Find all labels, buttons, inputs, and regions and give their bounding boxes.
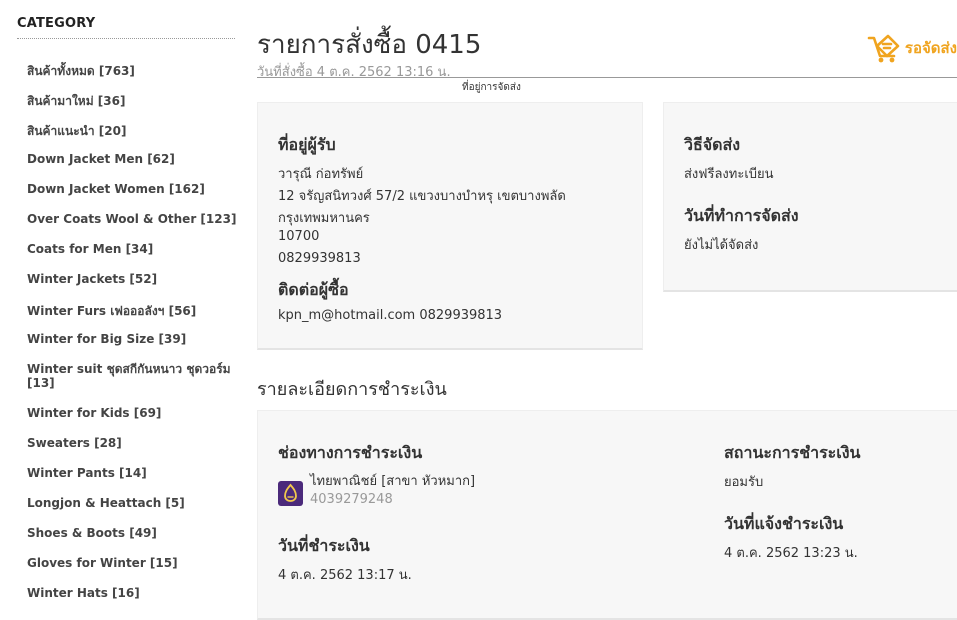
bank-account: 4039279248 (310, 492, 393, 507)
category-item[interactable]: Shoes & Boots [49] (27, 526, 157, 540)
category-title: CATEGORY (17, 16, 96, 31)
recipient-address: 12 จรัญสนิทวงศ์ 57/2 แขวงบางบำหรุ เขตบาง… (278, 189, 566, 204)
buyer-contact: kpn_m@hotmail.com 0829939813 (278, 308, 503, 323)
category-item[interactable]: สินค้ามาใหม่ [36] (27, 92, 125, 111)
recipient-phone: 0829939813 (278, 251, 361, 266)
payment-date-heading: วันที่ชำระเงิน (278, 536, 370, 555)
category-sidebar: CATEGORY สินค้าทั้งหมด [763] สินค้ามาใหม… (0, 0, 245, 612)
payment-section-title: รายละเอียดการชำระเงิน (257, 379, 447, 400)
order-detail: รายการสั่งซื้อ 0415 วันที่สั่งซื้อ 4 ต.ค… (257, 0, 957, 620)
shipping-address-link[interactable]: ที่อยู่การจัดส่ง (462, 80, 521, 95)
order-date: วันที่สั่งซื้อ 4 ต.ค. 2562 13:16 น. (257, 65, 451, 80)
shipping-date-heading: วันที่ทำการจัดส่ง (684, 206, 799, 225)
category-item[interactable]: Down Jacket Women [162] (27, 182, 205, 196)
contact-heading: ติดต่อผู้ซื้อ (278, 280, 349, 299)
recipient-city: กรุงเทพมหานคร (278, 211, 370, 226)
order-status[interactable]: รอจัดส่ง (867, 32, 957, 64)
cart-icon (867, 34, 900, 63)
category-item[interactable]: สินค้าแนะนำ [20] (27, 122, 126, 141)
category-item[interactable]: Sweaters [28] (27, 436, 122, 450)
category-item[interactable]: Winter for Big Size [39] (27, 332, 186, 346)
recipient-card: ที่อยู่ผู้รับ วารุณี ก่อทรัพย์ 12 จรัญสน… (257, 102, 643, 350)
category-item[interactable]: Coats for Men [34] (27, 242, 153, 256)
category-item[interactable]: Winter Hats [16] (27, 586, 140, 600)
recipient-postcode: 10700 (278, 229, 320, 244)
page-title: รายการสั่งซื้อ 0415 (257, 30, 482, 60)
category-item[interactable]: Winter suit ชุดสกีกันหนาว ชุดวอร์ม [13] (27, 362, 237, 390)
category-item[interactable]: Winter Pants [14] (27, 466, 147, 480)
category-item[interactable]: Winter Jackets [52] (27, 272, 157, 286)
notify-date-heading: วันที่แจ้งชำระเงิน (724, 514, 844, 533)
shipping-card: วิธีจัดส่ง ส่งฟรีลงทะเบียน วันที่ทำการจั… (663, 102, 957, 292)
category-item[interactable]: Winter Furs เฟอออลังฯ [56] (27, 302, 196, 321)
payment-status: ยอมรับ (724, 475, 764, 490)
recipient-heading: ที่อยู่ผู้รับ (278, 135, 336, 154)
shipping-date: ยังไม่ได้จัดส่ง (684, 238, 759, 253)
payment-channel-heading: ช่องทางการชำระเงิน (278, 443, 423, 462)
payment-date: 4 ต.ค. 2562 13:17 น. (278, 568, 412, 583)
category-divider (17, 38, 235, 39)
bank-name: ไทยพาณิชย์ [สาขา หัวหมาก] (310, 474, 476, 489)
category-item[interactable]: Winter for Kids [69] (27, 406, 161, 420)
payment-card: ช่องทางการชำระเงิน ไทยพาณิชย์ [สาขา หัวห… (257, 410, 957, 620)
notify-date: 4 ต.ค. 2562 13:23 น. (724, 546, 858, 561)
recipient-name: วารุณี ก่อทรัพย์ (278, 167, 364, 182)
shipping-method-heading: วิธีจัดส่ง (684, 135, 741, 154)
scb-bank-icon (278, 481, 303, 506)
order-status-label: รอจัดส่ง (904, 39, 957, 57)
shipping-method: ส่งฟรีลงทะเบียน (684, 167, 774, 182)
category-item[interactable]: Over Coats Wool & Other [123] (27, 212, 236, 226)
payment-status-heading: สถานะการชำระเงิน (724, 443, 861, 462)
category-item[interactable]: Gloves for Winter [15] (27, 556, 178, 570)
category-item[interactable]: Down Jacket Men [62] (27, 152, 175, 166)
category-item[interactable]: Longjon & Heattach [5] (27, 496, 185, 510)
title-divider (257, 77, 957, 78)
category-item[interactable]: สินค้าทั้งหมด [763] (27, 62, 135, 81)
